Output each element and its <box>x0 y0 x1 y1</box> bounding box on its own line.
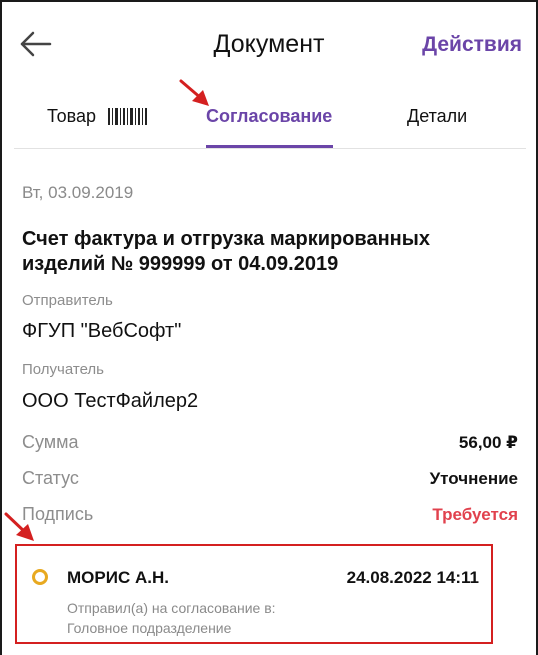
tab-bar: Товар Согласование Детали <box>14 95 526 149</box>
signer-datetime: 24.08.2022 14:11 <box>346 568 479 587</box>
document-date: Вт, 03.09.2019 <box>22 183 134 202</box>
tab-label: Согласование <box>206 106 333 126</box>
recipient-value: ООО ТестФайлер2 <box>22 390 199 412</box>
arrow-left-icon <box>20 31 52 57</box>
barcode-icon <box>107 108 147 125</box>
signer-description: Отправил(а) на согласование в: Головное … <box>67 598 367 638</box>
amount-label: Сумма <box>22 432 79 452</box>
status-value: Уточнение <box>429 469 518 488</box>
signature-status-value: Требуется <box>432 505 518 524</box>
signer-card[interactable]: МОРИС А.Н. 24.08.2022 14:11 Отправил(а) … <box>15 544 493 644</box>
status-label: Статус <box>22 468 79 488</box>
amount-value: 56,00 ₽ <box>458 433 518 452</box>
tab-label: Детали <box>407 106 468 126</box>
active-tab-indicator <box>206 145 333 148</box>
sender-value: ФГУП "ВебСофт" <box>22 320 182 342</box>
tab-detali[interactable]: Детали <box>407 95 467 149</box>
signer-description-line: Отправил(а) на согласование в: <box>67 600 276 616</box>
sender-label: Отправитель <box>22 292 113 309</box>
back-button[interactable] <box>18 28 54 60</box>
tab-label: Товар <box>47 106 96 126</box>
tab-tovar[interactable]: Товар <box>47 95 148 149</box>
tab-soglasovanie[interactable]: Согласование <box>206 95 332 149</box>
document-title: Счет фактура и отгрузка маркированных из… <box>22 228 430 275</box>
signer-name: МОРИС А.Н. <box>67 568 169 587</box>
app-header: Документ Действия <box>0 0 538 90</box>
actions-button[interactable]: Действия <box>422 33 522 57</box>
recipient-label: Получатель <box>22 361 104 378</box>
signer-description-line: Головное подразделение <box>67 620 232 636</box>
signature-label: Подпись <box>22 504 94 524</box>
pending-status-icon <box>32 569 48 585</box>
